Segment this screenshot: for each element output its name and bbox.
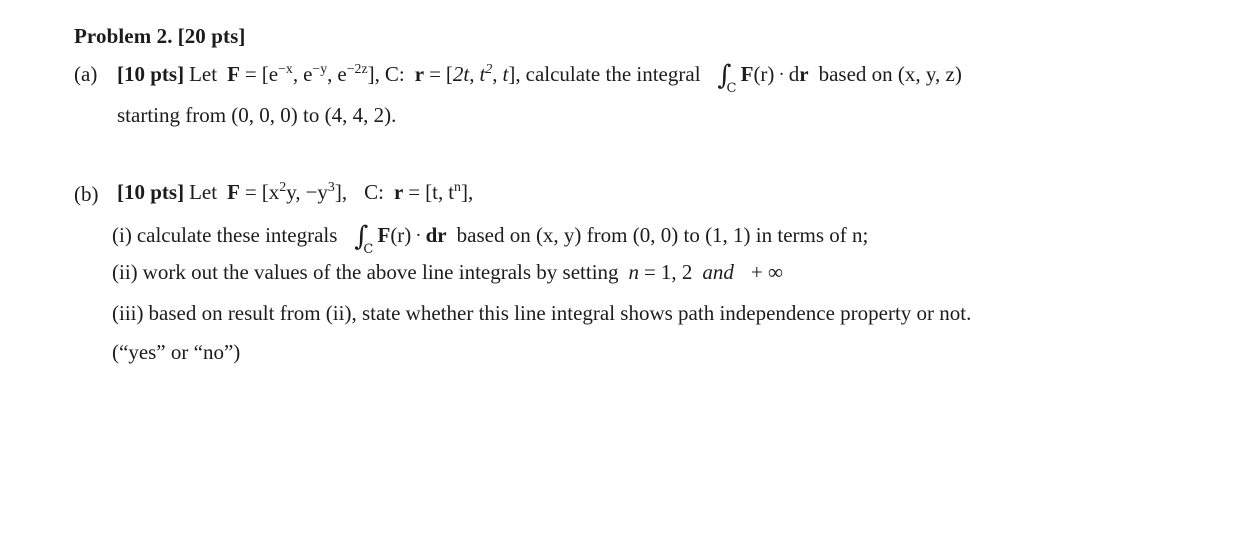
- item-iii-text: based on result from (ii), state whether…: [148, 301, 972, 325]
- document-page: Problem 2. [20 pts] (a) [10 pts] Let F = [e−x…: [0, 0, 1248, 539]
- part-a-field-symbol: F: [227, 62, 240, 86]
- item-ii-math-n: n: [628, 260, 640, 284]
- item-ii-math-plus-inf: + ∞: [750, 260, 783, 284]
- part-b-item-iii-note: (“yes” or “no”): [112, 340, 241, 364]
- item-i-text-before: calculate these integrals: [136, 223, 338, 247]
- part-b-marker: (b): [74, 182, 99, 206]
- integral-subscript-b: C: [363, 242, 374, 257]
- part-b-item-i: (i) calculate these integrals ∫ C F(r) · dr bas…: [112, 221, 869, 257]
- part-a-curve-symbol: r: [414, 62, 425, 86]
- part-a-instruction: calculate the integral: [525, 62, 701, 86]
- part-b-item-ii: (ii) work out the values of the above lin…: [112, 262, 783, 283]
- item-i-marker: (i): [112, 223, 132, 247]
- part-b-curve-symbol: r: [393, 180, 404, 204]
- item-ii-math-eq: =: [644, 260, 656, 284]
- integral-symbol-b: ∫ C: [354, 221, 374, 257]
- part-a-points: [10 pts]: [117, 62, 185, 86]
- item-ii-marker: (ii): [112, 260, 138, 284]
- part-b-field-symbol: F: [227, 180, 240, 204]
- item-i-text-after: based on (x, y) from (0, 0) to (1, 1) in…: [456, 223, 869, 247]
- integral-subscript-a: C: [726, 81, 737, 96]
- problem-title-text: Problem 2.: [74, 24, 173, 48]
- item-iii-marker: (iii): [112, 301, 144, 325]
- part-a-line-2: starting from (0, 0, 0) to (4, 4, 2).: [117, 103, 397, 127]
- problem-title-points: [20 pts]: [177, 24, 246, 48]
- part-a-line-1: [10 pts] Let F = [e−x, e−y, e−2z], C: r = [2t, t2, t…: [117, 60, 962, 96]
- part-a-let: Let: [189, 62, 218, 86]
- part-a-based-on: based on (x, y, z): [818, 62, 962, 86]
- part-b-points: [10 pts]: [117, 180, 185, 204]
- part-a-marker: (a): [74, 62, 98, 86]
- part-a-curve-label: C:: [384, 62, 405, 86]
- item-ii-math-values: 1, 2: [660, 260, 693, 284]
- page-title: Problem 2. [20 pts]: [74, 24, 246, 49]
- part-b-line-1: [10 pts] Let F = [x2y, −y3], C: r = [t, tn],: [117, 179, 474, 204]
- part-b-let: Let: [189, 180, 218, 204]
- integral-symbol-a: ∫ C: [717, 60, 737, 96]
- part-b-item-iii: (iii) based on result from (ii), state wh…: [112, 303, 971, 324]
- item-ii-math-and: and: [702, 260, 734, 284]
- item-ii-text-before: work out the values of the above line in…: [142, 260, 619, 284]
- part-b-curve-label: C:: [364, 180, 384, 204]
